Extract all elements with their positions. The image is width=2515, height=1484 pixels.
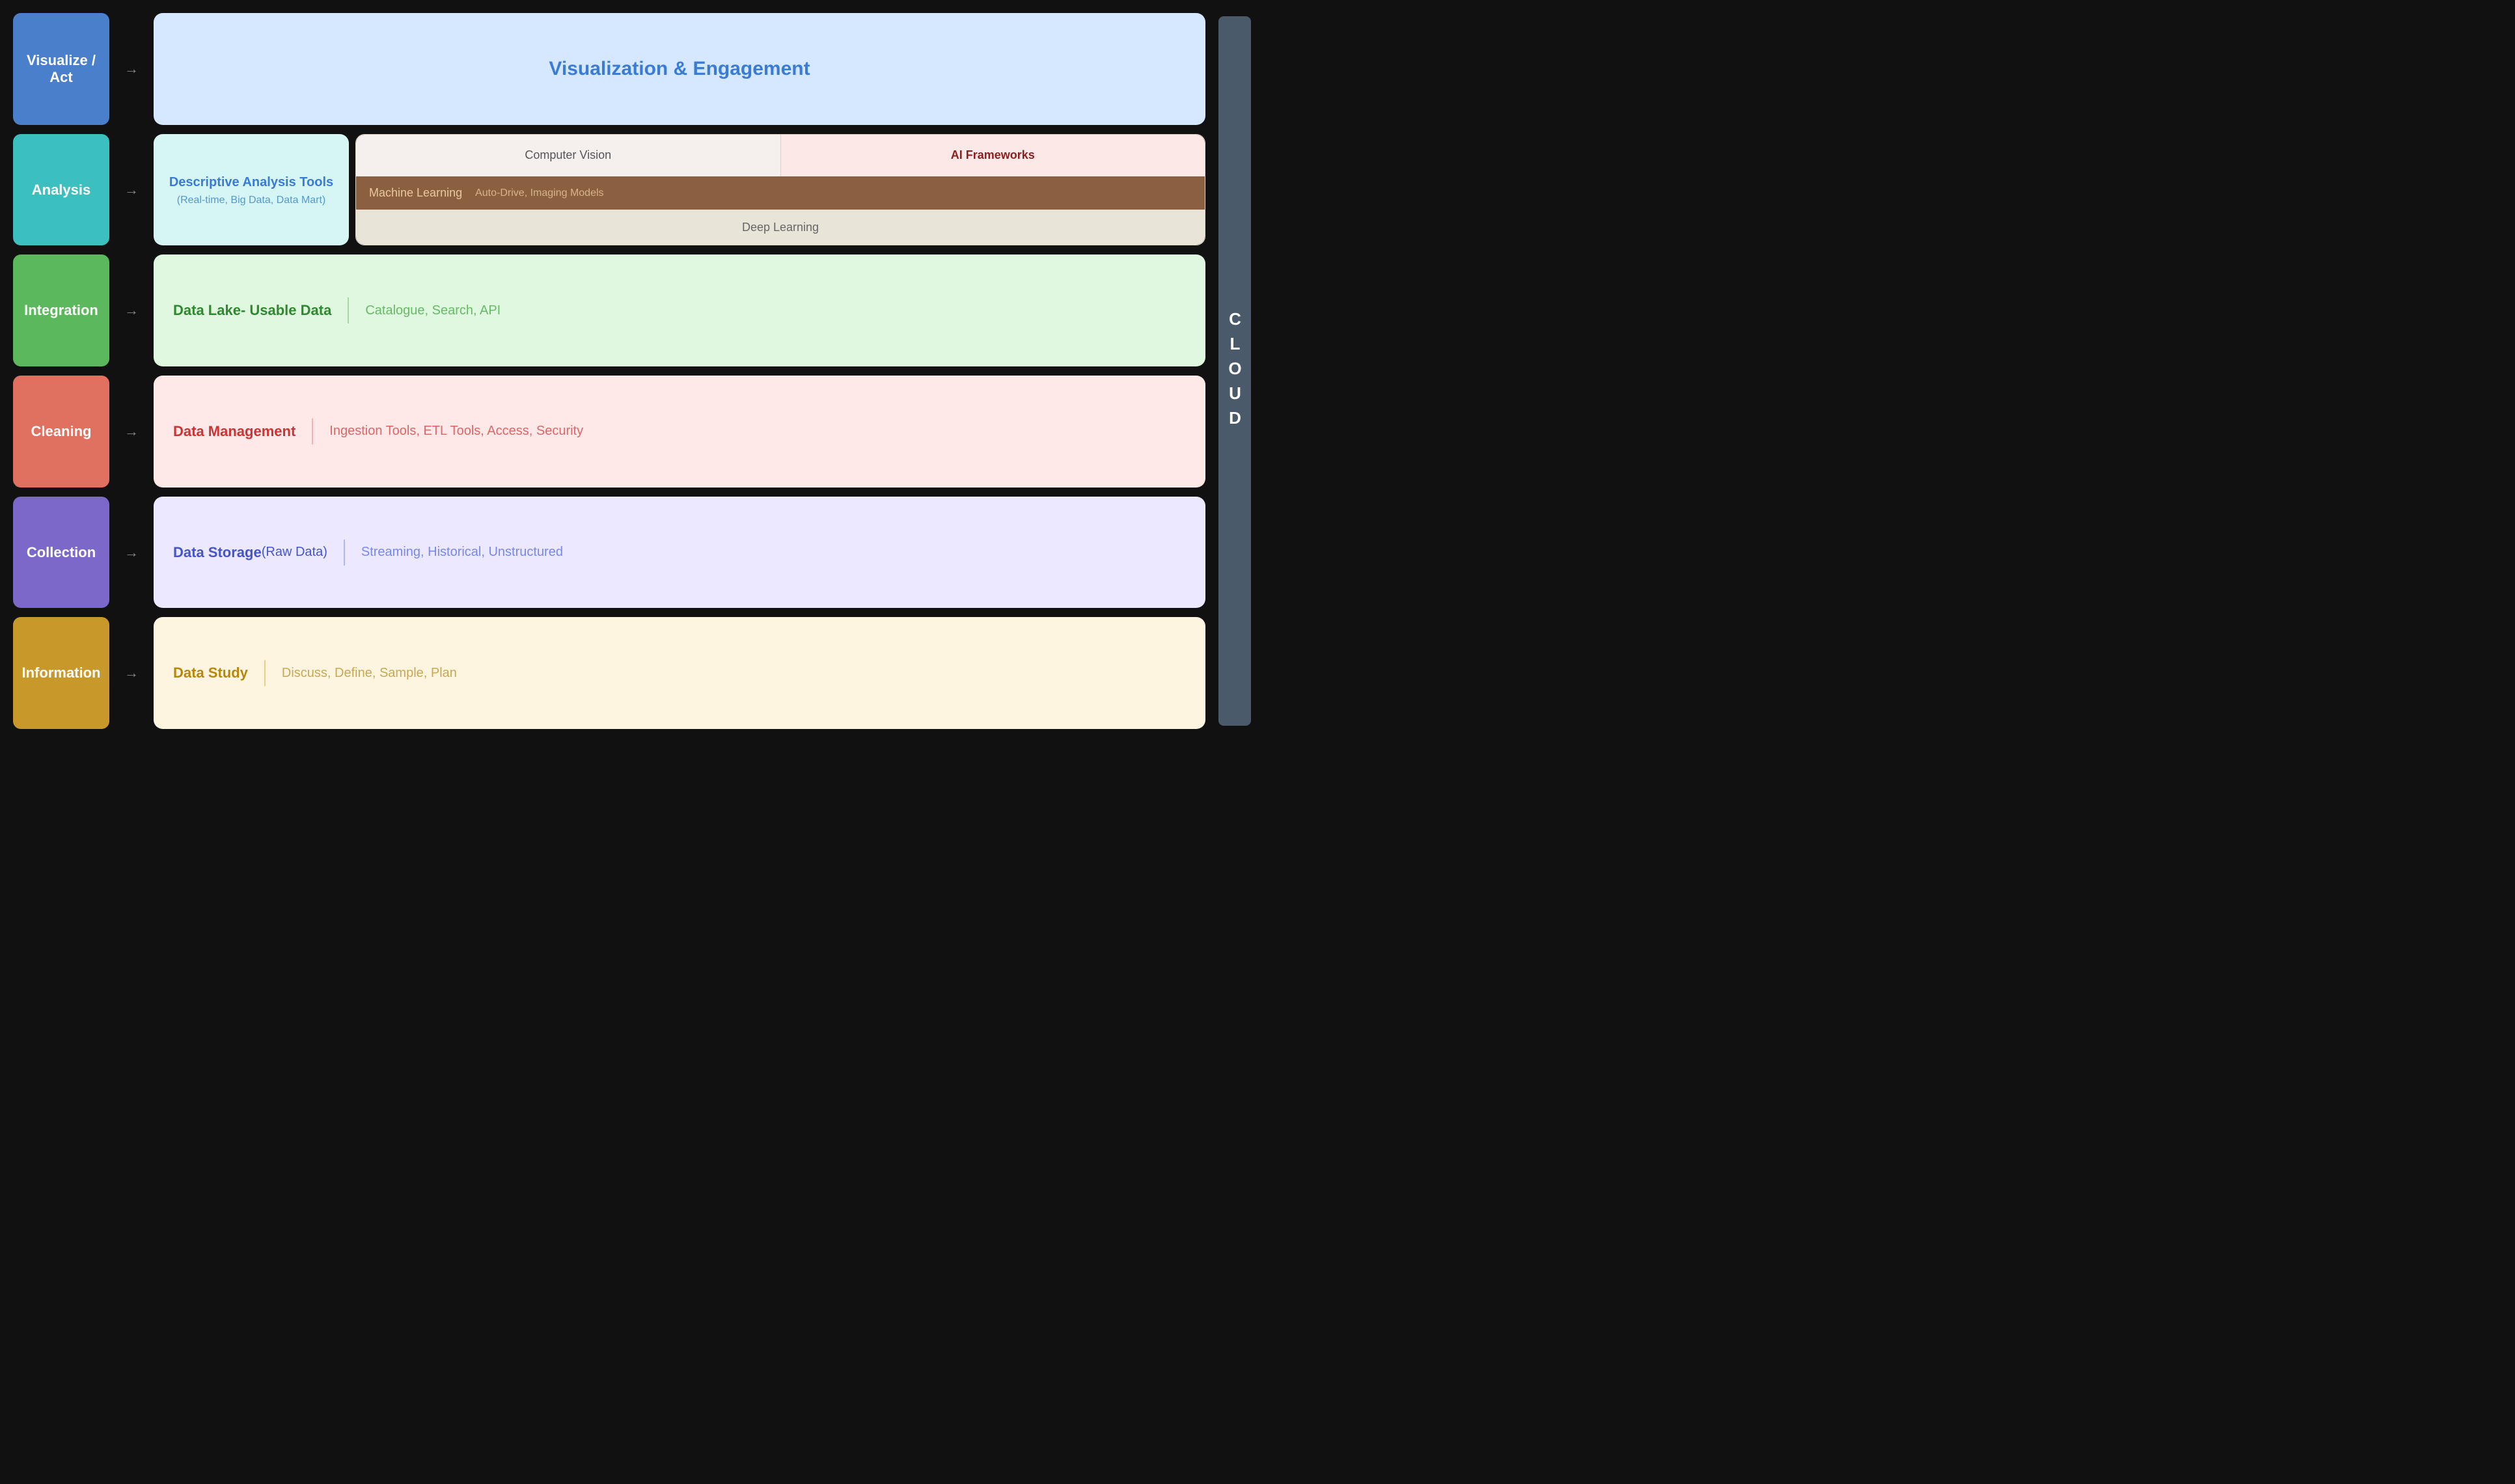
integration-label-text: Integration xyxy=(24,302,98,319)
content-cleaning: Data Management Ingestion Tools, ETL Too… xyxy=(154,376,1205,488)
dl-row: Deep Learning xyxy=(356,210,1205,245)
label-integration: Integration xyxy=(13,254,109,366)
information-sub: Discuss, Define, Sample, Plan xyxy=(282,666,457,681)
content-visualize: Visualization & Engagement xyxy=(154,13,1205,125)
cleaning-sub: Ingestion Tools, ETL Tools, Access, Secu… xyxy=(329,424,583,439)
visualize-label-text: Visualize / Act xyxy=(20,52,103,86)
collection-row: Collection → Data Storage (Raw Data) Str… xyxy=(13,497,1205,609)
cloud-text: CLOUD xyxy=(1225,309,1245,433)
analysis-right-box: Computer Vision AI Frameworks Machine Le… xyxy=(355,134,1205,246)
label-collection: Collection xyxy=(13,497,109,609)
arrow-integration: → xyxy=(122,302,141,319)
collection-main: Data Storage xyxy=(173,544,262,561)
label-information: Information xyxy=(13,617,109,729)
cleaning-divider xyxy=(312,419,313,445)
arrow-visualize: → xyxy=(122,61,141,77)
integration-sub: Catalogue, Search, API xyxy=(365,303,501,318)
label-visualize: Visualize / Act xyxy=(13,13,109,125)
collection-label-text: Collection xyxy=(27,544,96,561)
analysis-subtitle: (Real-time, Big Data, Data Mart) xyxy=(177,195,326,206)
ml-right-text: Auto-Drive, Imaging Models xyxy=(475,187,603,199)
ai-frameworks-box: AI Frameworks xyxy=(781,135,1205,176)
dl-text: Deep Learning xyxy=(742,221,819,234)
cleaning-label-text: Cleaning xyxy=(31,423,92,440)
visualize-main-text: Visualization & Engagement xyxy=(549,58,810,80)
collection-divider xyxy=(344,540,345,566)
cleaning-main: Data Management xyxy=(173,423,295,440)
cloud-sidebar: CLOUD xyxy=(1218,16,1251,726)
analysis-row: Analysis → Descriptive Analysis Tools (R… xyxy=(13,134,1205,246)
arrow-information: → xyxy=(122,665,141,681)
cv-text: Computer Vision xyxy=(525,148,611,162)
visualize-row: Visualize / Act → Visualization & Engage… xyxy=(13,13,1205,125)
analysis-label-text: Analysis xyxy=(32,182,91,199)
content-integration: Data Lake- Usable Data Catalogue, Search… xyxy=(154,254,1205,366)
label-analysis: Analysis xyxy=(13,134,109,246)
integration-row: Integration → Data Lake- Usable Data Cat… xyxy=(13,254,1205,366)
ml-text: Machine Learning xyxy=(369,186,462,200)
ml-row: Machine Learning Auto-Drive, Imaging Mod… xyxy=(356,176,1205,210)
analysis-top-row: Computer Vision AI Frameworks xyxy=(356,135,1205,176)
integration-divider xyxy=(348,297,349,323)
computer-vision-box: Computer Vision xyxy=(356,135,781,176)
collection-sub: Streaming, Historical, Unstructured xyxy=(361,545,563,560)
arrow-collection: → xyxy=(122,544,141,561)
integration-main: Data Lake- Usable Data xyxy=(173,302,331,319)
collection-raw: (Raw Data) xyxy=(262,545,327,560)
information-label-text: Information xyxy=(22,665,101,681)
cleaning-row: Cleaning → Data Management Ingestion Too… xyxy=(13,376,1205,488)
content-information: Data Study Discuss, Define, Sample, Plan xyxy=(154,617,1205,729)
arrow-analysis: → xyxy=(122,182,141,199)
information-divider xyxy=(264,660,266,686)
information-row: Information → Data Study Discuss, Define… xyxy=(13,617,1205,729)
content-analysis: Descriptive Analysis Tools (Real-time, B… xyxy=(154,134,1205,246)
label-cleaning: Cleaning xyxy=(13,376,109,488)
content-collection: Data Storage (Raw Data) Streaming, Histo… xyxy=(154,497,1205,609)
information-main: Data Study xyxy=(173,665,248,681)
analysis-left-box: Descriptive Analysis Tools (Real-time, B… xyxy=(154,134,349,246)
arrow-cleaning: → xyxy=(122,423,141,440)
af-text: AI Frameworks xyxy=(951,148,1035,162)
analysis-title: Descriptive Analysis Tools xyxy=(169,174,333,191)
